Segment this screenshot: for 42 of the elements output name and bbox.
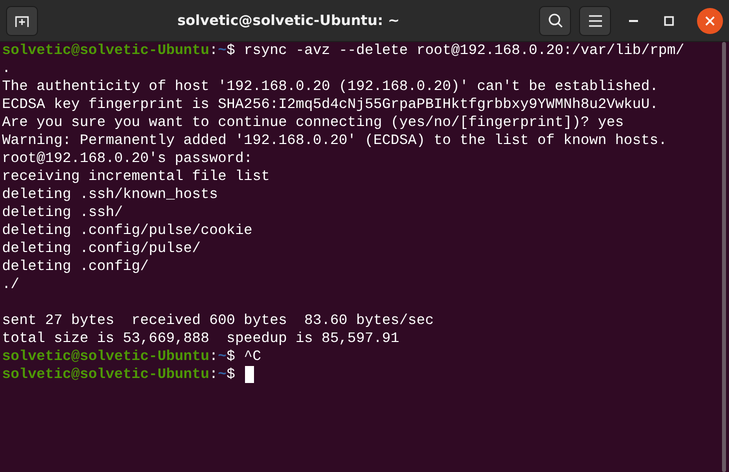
prompt-symbol: $	[226, 366, 236, 384]
prompt-symbol: $	[226, 348, 236, 366]
command-text: rsync -avz --delete root@192.168.0.20:/var/lib/rpm/	[242, 42, 684, 60]
output-line: deleting .config/pulse/	[2, 240, 201, 258]
output-line: deleting .ssh/	[2, 204, 123, 222]
output-line: receiving incremental file list	[2, 168, 270, 186]
prompt-host: solvetic@solvetic-Ubuntu	[2, 366, 210, 384]
menu-icon	[588, 14, 602, 26]
output-line: ECDSA key fingerprint is SHA256:I2mq5d4cNj55GrpaPBIHktfgrbbxy9YWMNh8u2VwkuU.	[2, 96, 658, 114]
output-line: deleting .config/	[2, 258, 149, 276]
window-title: solvetic@solvetic-Ubuntu: ~	[176, 12, 401, 28]
output-line: total size is 53,669,888 speedup is 85,597.91	[2, 330, 400, 348]
new-tab-icon	[15, 14, 29, 28]
output-line: The authenticity of host '192.168.0.20 (192.168.0.20)' can't be established.	[2, 78, 658, 96]
output-line: Warning: Permanently added '192.168.0.20' (ECDSA) to the list of known hosts.	[2, 132, 667, 150]
output-line: .	[2, 60, 11, 78]
prompt-separator: :	[209, 348, 218, 366]
new-tab-button[interactable]	[6, 6, 38, 36]
scrollbar[interactable]	[722, 42, 726, 472]
prompt-host: solvetic@solvetic-Ubuntu	[2, 42, 210, 60]
prompt-path: ~	[218, 366, 227, 384]
close-button[interactable]	[697, 8, 723, 34]
output-line: deleting .ssh/known_hosts	[2, 186, 218, 204]
prompt-path: ~	[218, 42, 227, 60]
minimize-icon	[628, 20, 638, 22]
prompt-path: ~	[218, 348, 227, 366]
menu-button[interactable]	[579, 6, 611, 36]
output-line: sent 27 bytes received 600 bytes 83.60 bytes/sec	[2, 312, 434, 330]
output-line: Are you sure you want to continue connecting (yes/no/[fingerprint])? yes	[2, 114, 624, 132]
prompt-host: solvetic@solvetic-Ubuntu	[2, 348, 210, 366]
output-line: deleting .config/pulse/cookie	[2, 222, 252, 240]
output-line: root@192.168.0.20's password:	[2, 150, 252, 168]
prompt-separator: :	[209, 42, 218, 60]
prompt-separator: :	[209, 366, 218, 384]
prompt-symbol: $	[226, 42, 236, 60]
maximize-icon	[664, 16, 674, 26]
search-button[interactable]	[539, 6, 571, 36]
text-cursor	[244, 366, 254, 383]
output-line: ./	[2, 276, 20, 294]
command-text: ^C	[242, 348, 262, 366]
search-icon	[548, 13, 562, 28]
close-icon	[705, 16, 715, 26]
